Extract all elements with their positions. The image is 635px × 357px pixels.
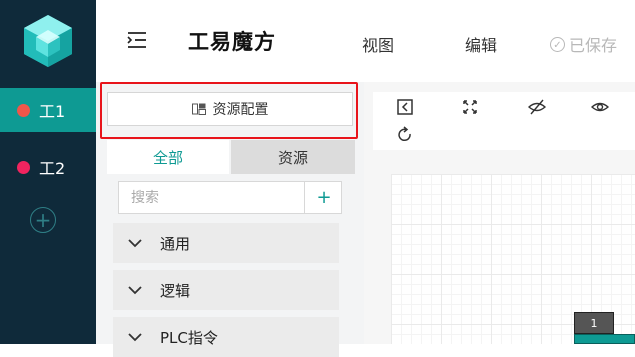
save-status: ✓ 已保存 [550, 32, 617, 56]
eye-icon[interactable] [591, 98, 609, 116]
top-bar: 工易魔方 视图 编辑 ✓ 已保存 [96, 0, 635, 82]
menu-view[interactable]: 视图 [362, 32, 394, 56]
fullscreen-icon[interactable] [461, 98, 479, 116]
chevron-down-icon [128, 332, 142, 341]
canvas-toolbar [373, 92, 635, 150]
project-item-label: 工1 [39, 102, 66, 121]
project-sidebar: 工1 工2 + [0, 0, 96, 344]
save-status-label: 已保存 [569, 36, 618, 55]
category-label: 逻辑 [160, 281, 191, 300]
fit-left-icon[interactable] [396, 98, 414, 116]
tab-resources[interactable]: 资源 [231, 140, 355, 174]
category-label: PLC指令 [160, 328, 218, 347]
category-plc[interactable]: PLC指令 [113, 317, 339, 357]
menu-edit[interactable]: 编辑 [465, 32, 497, 56]
canvas-node[interactable]: 1 [574, 312, 614, 334]
app-title: 工易魔方 [188, 30, 276, 54]
chevron-down-icon [128, 285, 142, 294]
eye-off-icon[interactable] [528, 98, 546, 116]
app-logo[interactable] [0, 0, 96, 82]
category-logic[interactable]: 逻辑 [113, 270, 339, 310]
project-status-dot [17, 160, 30, 174]
add-component-button[interactable]: + [304, 182, 343, 213]
search-input[interactable] [119, 182, 303, 213]
component-panel: 资源配置 全部 资源 + 通用 逻辑 PLC指令 [96, 82, 364, 357]
chevron-down-icon [128, 238, 142, 247]
category-label: 通用 [160, 234, 191, 253]
tab-all[interactable]: 全部 [107, 140, 229, 174]
category-general[interactable]: 通用 [113, 223, 339, 263]
project-item-1[interactable]: 工1 [0, 88, 96, 132]
add-project-button[interactable]: + [30, 207, 56, 233]
canvas-area: 1 [364, 82, 635, 344]
search-box: + [118, 181, 342, 214]
check-circle-icon: ✓ [550, 36, 565, 52]
cube-logo-icon [24, 15, 72, 67]
refresh-icon[interactable] [396, 126, 414, 144]
project-status-dot [17, 103, 30, 117]
project-item-2[interactable]: 工2 [0, 145, 96, 189]
canvas-node-body[interactable] [574, 334, 635, 344]
project-item-label: 工2 [39, 159, 66, 178]
collapse-menu-icon[interactable] [126, 30, 148, 50]
highlight-box [100, 82, 358, 139]
